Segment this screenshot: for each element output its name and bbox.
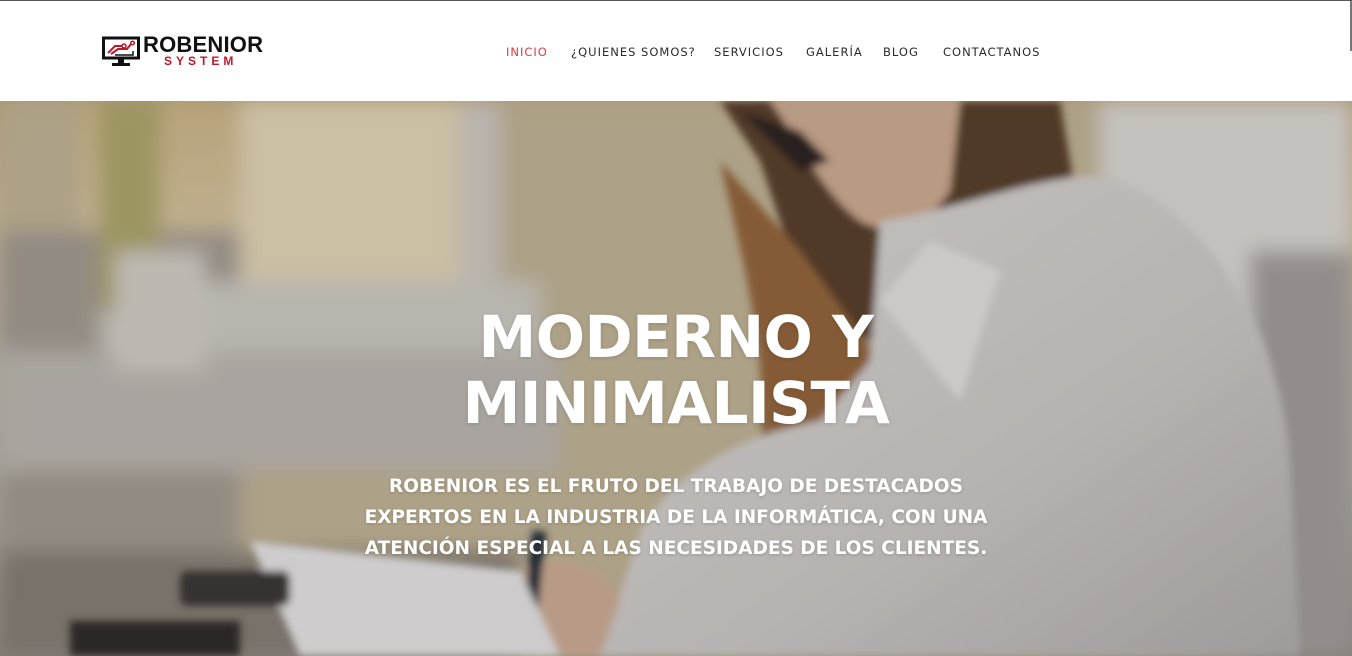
main-nav: INICIO ¿QUIENES SOMOS? SERVICIOS GALERÍA… — [0, 44, 1352, 60]
nav-item-inicio[interactable]: INICIO — [506, 44, 548, 60]
nav-item-blog[interactable]: BLOG — [883, 44, 919, 60]
hero-subtitle: ROBENIOR ES EL FRUTO DEL TRABAJO DE DEST… — [364, 476, 988, 559]
hero-section: MODERNO Y MINIMALISTA ROBENIOR ES EL FRU… — [0, 101, 1352, 656]
page: ROBENIOR SYSTEM INICIO ¿QUIENES SOMOS? S… — [0, 0, 1352, 656]
nav-item-galeria[interactable]: GALERÍA — [806, 44, 863, 60]
nav-item-contactanos[interactable]: CONTACTANOS — [943, 44, 1040, 60]
site-header: ROBENIOR SYSTEM INICIO ¿QUIENES SOMOS? S… — [0, 0, 1352, 101]
hero-title: MODERNO Y MINIMALISTA — [462, 303, 890, 437]
nav-item-quienes-somos[interactable]: ¿QUIENES SOMOS? — [571, 44, 696, 60]
nav-item-servicios[interactable]: SERVICIOS — [714, 44, 784, 60]
